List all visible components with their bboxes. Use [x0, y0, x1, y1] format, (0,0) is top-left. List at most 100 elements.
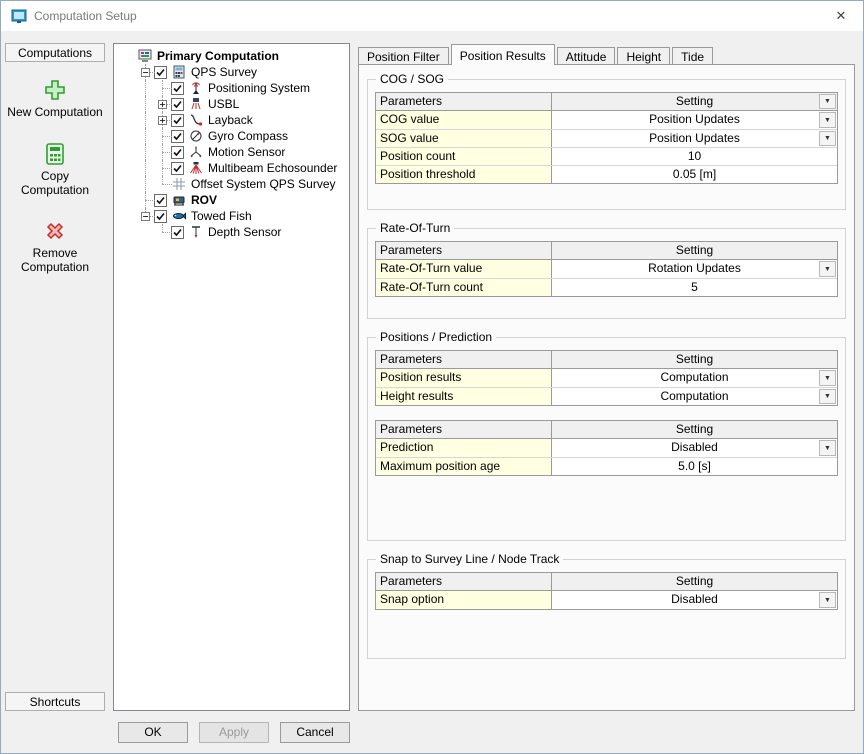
checkbox[interactable]	[171, 98, 184, 111]
tree-node-label: ROV	[191, 193, 217, 207]
setting-cell-rate-of-turn-value[interactable]: Rotation Updates▼	[552, 260, 837, 278]
setting-cell-prediction[interactable]: Disabled▼	[552, 439, 837, 457]
tab-height[interactable]: Height	[617, 47, 670, 64]
tree-node-gyro-compass[interactable]: Gyro Compass	[114, 128, 349, 144]
setting-cell-position-threshold[interactable]: 0.05 [m]	[552, 166, 837, 183]
computation-tree: Primary ComputationQPS SurveyPositioning…	[113, 43, 350, 711]
tree-node-primary-computation[interactable]: Primary Computation	[114, 48, 349, 64]
settings-table: ParametersSettingPredictionDisabled▼Maxi…	[375, 420, 838, 476]
tree-guide-line	[162, 168, 172, 169]
setting-cell-cog-value[interactable]: Position Updates▼	[552, 111, 837, 129]
tree-node-qps-survey[interactable]: QPS Survey	[114, 64, 349, 80]
ok-button[interactable]: OK	[118, 722, 188, 743]
column-header-setting: Setting	[552, 421, 837, 438]
setting-value: Computation	[660, 389, 728, 403]
tree-node-usbl[interactable]: USBL	[114, 96, 349, 112]
group-title: Positions / Prediction	[376, 330, 496, 344]
param-cell-snap-option: Snap option	[376, 591, 552, 609]
layback-icon	[188, 113, 204, 127]
dropdown-arrow-icon[interactable]: ▼	[819, 389, 836, 404]
shortcuts-button[interactable]: Shortcuts	[5, 692, 105, 711]
dialog-body: Computations New Computation Copy Computa…	[1, 31, 863, 711]
remove-computation-button[interactable]: Remove Computation	[6, 219, 104, 275]
offset-icon	[171, 177, 187, 191]
tab-position-results[interactable]: Position Results	[451, 44, 555, 65]
group-rate-of-turn: Rate-Of-TurnParametersSettingRate-Of-Tur…	[367, 228, 846, 319]
dropdown-arrow-icon[interactable]: ▼	[819, 592, 836, 608]
sidebar: Computations New Computation Copy Computa…	[5, 43, 105, 711]
tree-node-positioning-system[interactable]: Positioning System	[114, 80, 349, 96]
tree-guide-line	[162, 184, 172, 185]
column-header-parameters: Parameters	[376, 351, 552, 368]
copy-computation-button[interactable]: Copy Computation	[6, 142, 104, 198]
settings-table: ParametersSettingRate-Of-Turn valueRotat…	[375, 241, 838, 297]
window-title: Computation Setup	[34, 9, 827, 23]
action-label: New Computation	[7, 106, 102, 120]
collapse-icon[interactable]	[141, 212, 150, 221]
dropdown-arrow-icon[interactable]: ▼	[819, 440, 836, 456]
expand-icon[interactable]	[158, 100, 167, 109]
tab-position-filter[interactable]: Position Filter	[358, 47, 449, 64]
group-snap-to-survey-line-node-track: Snap to Survey Line / Node TrackParamete…	[367, 559, 846, 659]
checkbox[interactable]	[171, 130, 184, 143]
group-title: COG / SOG	[376, 72, 448, 86]
tree-node-layback[interactable]: Layback	[114, 112, 349, 128]
computations-button[interactable]: Computations	[5, 43, 105, 62]
checkbox[interactable]	[154, 66, 167, 79]
tab-attitude[interactable]: Attitude	[557, 47, 616, 64]
dropdown-arrow-icon[interactable]: ▼	[819, 370, 836, 386]
checkbox[interactable]	[154, 210, 167, 223]
dropdown-arrow-icon[interactable]: ▼	[819, 261, 836, 277]
tree-guide-line	[145, 96, 146, 112]
new-computation-button[interactable]: New Computation	[6, 78, 104, 120]
checkbox[interactable]	[154, 194, 167, 207]
tree-node-depth-sensor[interactable]: Depth Sensor	[114, 224, 349, 240]
setting-cell-maximum-position-age[interactable]: 5.0 [s]	[552, 458, 837, 475]
setting-cell-height-results[interactable]: Computation ▼	[552, 388, 837, 405]
checkbox[interactable]	[171, 82, 184, 95]
title-bar: Computation Setup ✕	[1, 1, 863, 31]
settings-table: ParametersSettingSnap optionDisabled▼	[375, 572, 838, 610]
apply-button: Apply	[199, 722, 269, 743]
collapse-icon[interactable]	[141, 68, 150, 77]
checkbox[interactable]	[171, 114, 184, 127]
param-cell-cog-value: COG value	[376, 111, 552, 129]
setting-cell-position-count[interactable]: 10	[552, 148, 837, 165]
tree-node-towed-fish[interactable]: Towed Fish	[114, 208, 349, 224]
table-row: PredictionDisabled▼	[376, 439, 837, 457]
param-cell-rate-of-turn-count: Rate-Of-Turn count	[376, 279, 552, 296]
expand-icon[interactable]	[158, 116, 167, 125]
close-icon[interactable]: ✕	[827, 8, 855, 24]
tree-guide-line	[145, 144, 146, 160]
tab-tide[interactable]: Tide	[672, 47, 713, 64]
setting-cell-snap-option[interactable]: Disabled▼	[552, 591, 837, 609]
param-cell-rate-of-turn-value: Rate-Of-Turn value	[376, 260, 552, 278]
tree-node-label: Towed Fish	[191, 209, 252, 223]
copy-computation-icon	[43, 142, 67, 166]
checkbox[interactable]	[171, 162, 184, 175]
setting-cell-rate-of-turn-count[interactable]: 5	[552, 279, 837, 296]
table-row: Maximum position age5.0 [s]	[376, 457, 837, 475]
tree-node-label: Offset System QPS Survey	[191, 177, 336, 191]
tree-node-multibeam-echosounder[interactable]: Multibeam Echosounder	[114, 160, 349, 176]
depth-icon	[188, 225, 204, 239]
tree-node-offset-system-qps-survey[interactable]: Offset System QPS Survey	[114, 176, 349, 192]
cancel-button[interactable]: Cancel	[280, 722, 350, 743]
setting-cell-position-results[interactable]: Computation▼	[552, 369, 837, 387]
checkbox[interactable]	[171, 146, 184, 159]
positioning-icon	[188, 81, 204, 95]
dropdown-arrow-icon[interactable]: ▼	[819, 131, 836, 146]
dropdown-arrow-icon[interactable]: ▼	[819, 112, 836, 128]
tree-node-motion-sensor[interactable]: Motion Sensor	[114, 144, 349, 160]
dialog-footer: OK Apply Cancel	[1, 711, 863, 753]
table-row: Position count10	[376, 147, 837, 165]
tree-node-rov[interactable]: ROV	[114, 192, 349, 208]
motion-icon	[188, 145, 204, 159]
settings-table: ParametersSettingPosition resultsComputa…	[375, 350, 838, 406]
checkbox[interactable]	[171, 226, 184, 239]
gyro-icon	[188, 129, 204, 143]
column-header-setting: Setting	[552, 351, 837, 368]
dropdown-arrow-icon[interactable]: ▼	[819, 94, 836, 109]
setting-cell-sog-value[interactable]: Position Updates▼	[552, 130, 837, 147]
tree-guide-line	[162, 224, 163, 232]
